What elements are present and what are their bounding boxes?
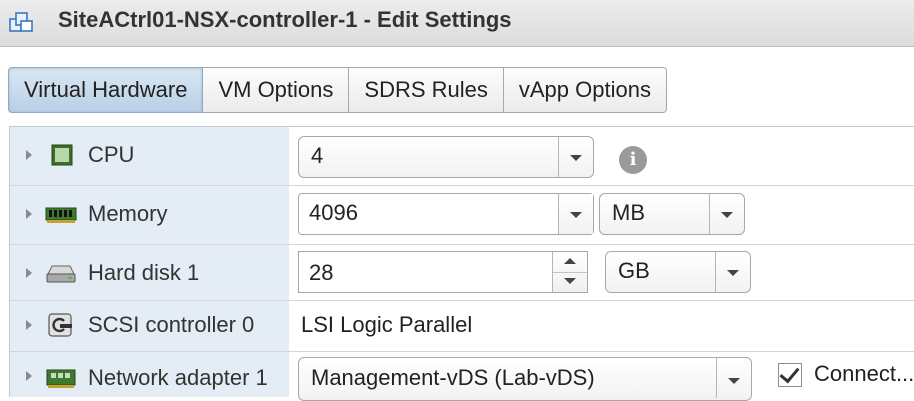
hardware-row-scsi-controller: SCSI controller 0 LSI Logic Parallel <box>10 301 914 351</box>
memory-size-combo[interactable]: 4096 <box>298 193 594 235</box>
decrement-button[interactable] <box>553 272 587 292</box>
memory-unit-select[interactable]: MB <box>599 193 745 235</box>
connect-label: Connect... <box>814 361 914 386</box>
memory-size-value: 4096 <box>309 200 358 225</box>
cpu-label: CPU <box>88 142 135 167</box>
expand-hard-disk-arrow-icon[interactable] <box>26 268 32 278</box>
virtual-hardware-grid: CPU 4 i Memory 4096 MB Hard disk 1 28 GB… <box>9 126 914 401</box>
chevron-down-icon <box>721 212 733 218</box>
expand-memory-arrow-icon[interactable] <box>26 209 32 219</box>
scsi-controller-type: LSI Logic Parallel <box>301 312 473 337</box>
increment-button[interactable] <box>553 252 587 273</box>
dialog-title: SiteACtrl01-NSX-controller-1 - Edit Sett… <box>58 7 512 32</box>
hard-disk-unit-value: GB <box>618 258 650 283</box>
vm-settings-icon <box>9 12 33 32</box>
dialog-titlebar: SiteACtrl01-NSX-controller-1 - Edit Sett… <box>0 0 914 47</box>
hardware-row-memory: Memory 4096 MB <box>10 186 914 244</box>
hardware-row-network-adapter: Network adapter 1 Management-vDS (Lab-vD… <box>10 352 914 401</box>
checkmark-icon <box>779 362 800 384</box>
network-adapter-icon <box>46 369 76 388</box>
memory-label: Memory <box>88 201 168 226</box>
hard-disk-icon <box>46 265 76 283</box>
hard-disk-label: Hard disk 1 <box>88 260 200 285</box>
hard-disk-size-value: 28 <box>309 260 334 285</box>
tab-vm-options[interactable]: VM Options <box>203 67 350 113</box>
chevron-down-icon <box>570 212 582 218</box>
hard-disk-size-stepper[interactable] <box>552 252 587 292</box>
tab-virtual-hardware[interactable]: Virtual Hardware <box>8 67 204 113</box>
connect-checkbox[interactable] <box>778 362 802 387</box>
memory-icon <box>45 207 77 223</box>
hard-disk-unit-dropdown-button[interactable] <box>715 252 750 292</box>
memory-unit-dropdown-button[interactable] <box>709 194 744 234</box>
hardware-row-hard-disk: Hard disk 1 28 GB <box>10 245 914 303</box>
memory-unit-value: MB <box>612 200 645 225</box>
cpu-count-value: 4 <box>311 143 324 168</box>
scsi-controller-label: SCSI controller 0 <box>88 312 255 337</box>
expand-cpu-arrow-icon[interactable] <box>26 150 32 160</box>
cpu-count-dropdown-button[interactable] <box>558 137 593 177</box>
cpu-count-combo[interactable]: 4 <box>298 136 594 178</box>
cpu-icon <box>51 144 73 166</box>
network-port-group-dropdown-button[interactable] <box>716 358 751 398</box>
chevron-up-icon <box>564 258 576 264</box>
expand-scsi-arrow-icon[interactable] <box>26 320 32 330</box>
chevron-down-icon <box>727 270 739 276</box>
network-port-group-select[interactable]: Management-vDS (Lab-vDS) <box>298 357 752 401</box>
chevron-down-icon <box>728 378 740 384</box>
network-port-group-value: Management-vDS (Lab-vDS) <box>311 365 595 390</box>
hardware-row-cpu: CPU 4 i <box>10 127 914 185</box>
chevron-down-icon <box>564 278 576 284</box>
expand-network-adapter-arrow-icon[interactable] <box>26 371 32 381</box>
hard-disk-unit-select[interactable]: GB <box>605 251 751 293</box>
tab-sdrs-rules[interactable]: SDRS Rules <box>349 67 504 113</box>
settings-tabs: Virtual Hardware VM Options SDRS Rules v… <box>8 67 667 113</box>
info-icon[interactable]: i <box>619 146 647 174</box>
memory-size-dropdown-button[interactable] <box>558 194 593 234</box>
scsi-controller-icon <box>48 313 72 337</box>
network-adapter-label: Network adapter 1 <box>88 365 268 390</box>
chevron-down-icon <box>570 155 582 161</box>
hard-disk-size-input[interactable]: 28 <box>298 251 588 293</box>
tab-vapp-options[interactable]: vApp Options <box>503 67 667 113</box>
